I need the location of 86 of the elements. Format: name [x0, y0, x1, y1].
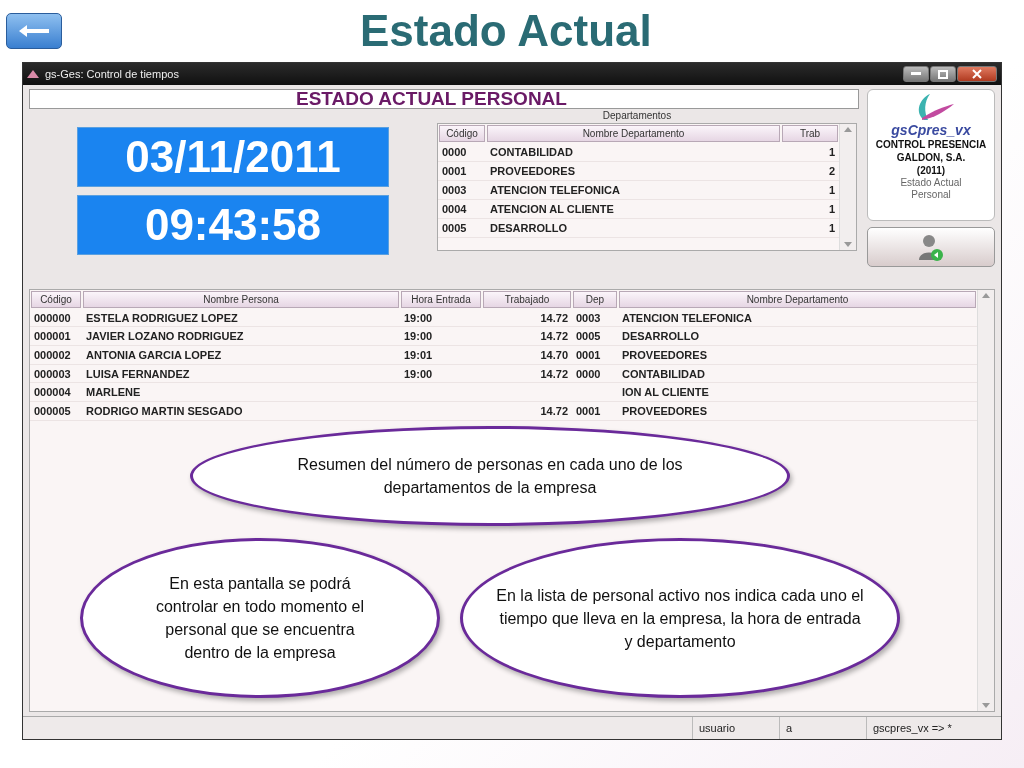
- table-cell: 0001: [572, 346, 618, 365]
- table-cell: PROVEEDORES: [618, 402, 977, 421]
- table-cell: CONTABILIDAD: [486, 143, 781, 162]
- table-caption: Departamentos: [602, 109, 672, 123]
- brand-caption: Estado Actual: [900, 177, 962, 189]
- user-icon: [918, 232, 944, 262]
- table-cell: MARLENE: [82, 383, 400, 403]
- close-icon: [972, 69, 982, 79]
- screen-heading: ESTADO ACTUAL PERSONAL: [29, 89, 859, 109]
- table-cell: 000005: [30, 402, 82, 421]
- logo-text: gsCpres_vx: [891, 122, 971, 138]
- status-text: gscpres_vx => *: [866, 717, 1001, 739]
- brand-text: GALDON, S.A.: [896, 151, 966, 164]
- table-cell: 0000: [572, 364, 618, 384]
- date-display: 03/11/2011: [77, 127, 389, 187]
- brand-text: (2011): [916, 164, 946, 177]
- table-cell: ATENCION TELEFONICA: [486, 181, 781, 200]
- column-header[interactable]: Código: [439, 125, 485, 142]
- column-header[interactable]: Dep: [573, 291, 617, 308]
- table-cell: PROVEEDORES: [486, 162, 781, 181]
- column-header[interactable]: Código: [31, 291, 81, 308]
- column-header[interactable]: Nombre Departamento: [487, 125, 780, 142]
- maximize-button[interactable]: [930, 66, 956, 82]
- callout-text: En la lista de personal activo nos indica cada uno el tiempo que lleva en la empresa, la hora de entrada y departamento: [495, 585, 865, 652]
- scroll-down-icon: [844, 242, 852, 247]
- table-cell: 14.72: [482, 327, 572, 347]
- table-cell: LUISA FERNANDEZ: [82, 364, 400, 384]
- scroll-up-icon: [982, 293, 990, 298]
- table-cell: 19:00: [400, 364, 482, 384]
- table-cell: 14.72: [482, 402, 572, 421]
- add-user-button[interactable]: [867, 227, 995, 267]
- minimize-button[interactable]: [903, 66, 929, 82]
- status-text: a: [779, 717, 866, 739]
- table-cell: RODRIGO MARTIN SESGADO: [82, 402, 400, 421]
- table-cell: ANTONIA GARCIA LOPEZ: [82, 346, 400, 365]
- maximize-icon: [938, 69, 948, 79]
- table-cell: 0003: [572, 308, 618, 328]
- app-icon: [27, 70, 39, 78]
- table-cell: 0004: [438, 200, 486, 219]
- table-cell: 0005: [572, 327, 618, 347]
- column-header[interactable]: Nombre Persona: [83, 291, 399, 308]
- table-cell: 000001: [30, 327, 82, 347]
- scroll-down-icon: [982, 703, 990, 708]
- close-button[interactable]: [957, 66, 997, 82]
- table-cell: ESTELA RODRIGUEZ LOPEZ: [82, 308, 400, 328]
- back-button[interactable]: [6, 13, 62, 49]
- table-cell: ATENCION AL CLIENTE: [486, 200, 781, 219]
- table-cell: JAVIER LOZANO RODRIGUEZ: [82, 327, 400, 347]
- table-cell: 0001: [572, 402, 618, 421]
- table-cell: 0005: [438, 219, 486, 238]
- column-header[interactable]: Trabajado: [483, 291, 571, 308]
- table-cell: 0001: [438, 162, 486, 181]
- callout-text: En esta pantalla se podrá controlar en todo momento el personal que se encuentra dentro de la empresa: [154, 574, 366, 663]
- left-arrow-icon: [17, 23, 51, 39]
- table-cell: 19:00: [400, 308, 482, 328]
- brand-caption: Personal: [911, 189, 951, 201]
- table-cell: 000003: [30, 364, 82, 384]
- table-cell: DESARROLLO: [486, 219, 781, 238]
- brand-text: CONTROL PRESENCIA: [875, 138, 987, 151]
- table-cell: 14.72: [482, 308, 572, 328]
- table-cell: 19:01: [400, 346, 482, 365]
- window-title: gs-Ges: Control de tiempos: [45, 68, 180, 80]
- time-display: 09:43:58: [77, 195, 389, 255]
- scrollbar[interactable]: [977, 290, 994, 711]
- table-cell: CONTABILIDAD: [618, 364, 977, 384]
- minimize-icon: [911, 72, 921, 76]
- column-header[interactable]: Trab: [782, 125, 838, 142]
- slide-title: Estado Actual: [360, 6, 652, 56]
- column-header[interactable]: Nombre Departamento: [619, 291, 976, 308]
- table-cell: 14.70: [482, 346, 572, 365]
- callout-text: Resumen del número de personas en cada uno de los departamentos de la empresa: [296, 455, 684, 498]
- scroll-up-icon: [844, 127, 852, 132]
- table-cell: ION AL CLIENTE: [618, 383, 977, 403]
- table-cell: DESARROLLO: [618, 327, 977, 347]
- table-cell: 000000: [30, 308, 82, 328]
- column-header[interactable]: Hora Entrada: [401, 291, 481, 308]
- table-cell: 0003: [438, 181, 486, 200]
- status-text: usuario: [692, 717, 779, 739]
- table-cell: 000002: [30, 346, 82, 365]
- table-cell: 000004: [30, 383, 82, 403]
- table-cell: 14.72: [482, 364, 572, 384]
- table-cell: PROVEEDORES: [618, 346, 977, 365]
- table-cell: 0000: [438, 143, 486, 162]
- scrollbar[interactable]: [839, 124, 856, 250]
- table-cell: ATENCION TELEFONICA: [618, 308, 977, 328]
- table-cell: 19:00: [400, 327, 482, 347]
